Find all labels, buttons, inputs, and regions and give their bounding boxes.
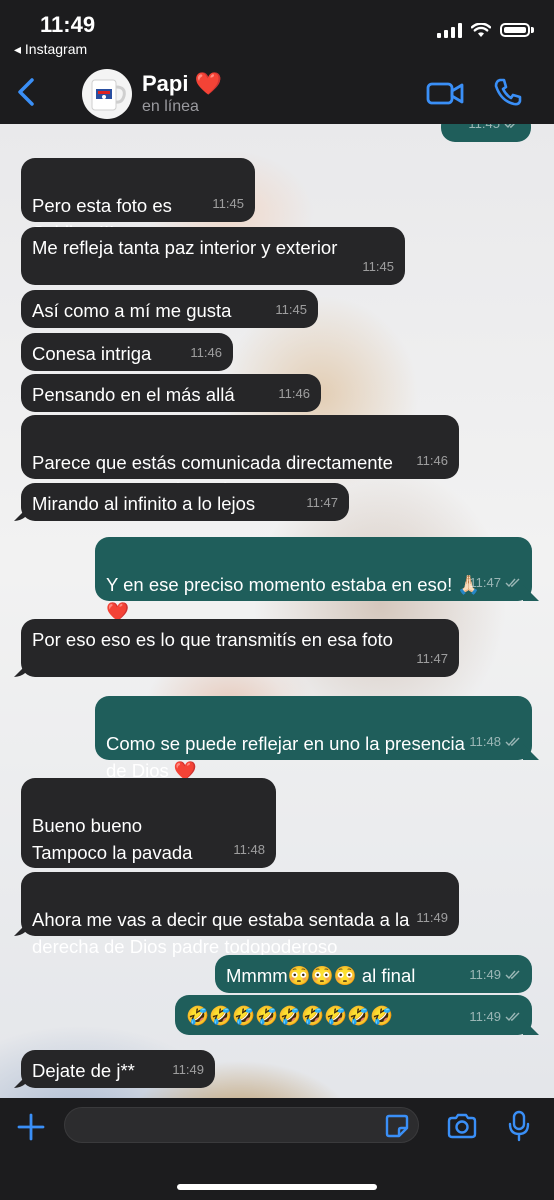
double-check-icon (505, 970, 520, 979)
status-time: 11:49 (40, 12, 96, 37)
signal-icon (437, 22, 462, 38)
message-time: 11:48 (233, 842, 265, 857)
sticker-icon[interactable] (384, 1113, 410, 1139)
plus-icon[interactable] (16, 1112, 46, 1142)
message-time: 11:49 (469, 1009, 501, 1024)
message-text: Me refleja tanta paz interior y exterior (32, 237, 338, 258)
mug-icon (91, 79, 126, 111)
message-time: 11:45 (468, 124, 500, 137)
chat-area[interactable]: 11:45 Pero esta foto es Sublime!!! 11:45… (0, 124, 554, 1098)
message-text: Dejate de j** (32, 1060, 135, 1081)
message-text: Conesa intriga (32, 343, 152, 364)
camera-icon[interactable] (446, 1113, 478, 1139)
message-incoming[interactable]: Ahora me vas a decir que estaba sentada … (21, 872, 459, 957)
message-time: 11:46 (278, 386, 310, 401)
message-text: 🤣🤣🤣🤣🤣🤣🤣🤣🤣 (186, 1005, 394, 1026)
message-incoming[interactable]: Conesa intriga 11:46 (21, 333, 233, 371)
contact-status: en línea (142, 98, 199, 115)
message-text: Mirando al infinito a lo lejos (32, 493, 256, 514)
status-bar: 11:49 ◂ Instagram (0, 0, 554, 62)
message-text: Pensando en el más allá (32, 384, 235, 405)
wifi-icon (471, 22, 491, 37)
message-outgoing[interactable]: 🤣🤣🤣🤣🤣🤣🤣🤣🤣 11:49 (175, 995, 532, 1035)
message-outgoing[interactable]: Como se puede reflejar en uno la presenc… (95, 696, 532, 781)
message-text: Por eso eso es lo que transmitís en esa … (32, 629, 393, 650)
avatar[interactable] (82, 69, 132, 119)
message-incoming[interactable]: Así como a mí me gusta 11:45 (21, 290, 318, 328)
contact-name[interactable]: Papi ❤️ (142, 71, 222, 97)
message-meta: 11:48 (469, 728, 521, 755)
message-text: Mmmm😳😳😳 al final (226, 965, 416, 986)
chat-header: Papi ❤️ en línea (0, 62, 554, 124)
message-incoming[interactable]: Parece que estás comunicada directamente… (21, 415, 459, 500)
double-check-icon (504, 124, 515, 128)
home-indicator[interactable] (177, 1184, 377, 1190)
message-meta: 11:45 (468, 124, 520, 137)
message-meta: 11:47 (469, 569, 521, 596)
message-time: 11:45 (275, 302, 307, 317)
message-outgoing[interactable]: Y en ese preciso momento estaba en eso! … (95, 537, 532, 622)
message-time: 11:48 (469, 734, 501, 749)
message-outgoing[interactable]: Mmmm😳😳😳 al final 11:49 (215, 955, 532, 993)
video-camera-icon[interactable] (425, 78, 465, 108)
composer-bar (0, 1098, 554, 1200)
message-time: 11:47 (306, 495, 338, 510)
message-incoming[interactable]: Dejate de j** 11:49 (21, 1050, 215, 1088)
message-time: 11:45 (362, 259, 394, 274)
message-time: 11:47 (469, 575, 501, 590)
message-text: Y en ese preciso momento estaba en eso! … (106, 574, 481, 622)
message-time: 11:47 (416, 651, 448, 666)
message-time: 11:49 (469, 967, 501, 982)
back-to-instagram-link[interactable]: ◂ Instagram (14, 41, 87, 58)
message-meta: 11:49 (469, 961, 521, 988)
message-incoming[interactable]: Por eso eso es lo que transmitís en esa … (21, 619, 459, 677)
message-text: Así como a mí me gusta (32, 300, 232, 321)
heart-emoji: ❤️ (194, 71, 222, 96)
battery-icon (500, 23, 530, 37)
double-check-icon (505, 1012, 520, 1021)
status-icons (437, 22, 534, 38)
message-time: 11:46 (190, 345, 222, 360)
chevron-left-icon[interactable] (14, 76, 40, 108)
message-text: Como se puede reflejar en uno la presenc… (106, 733, 465, 781)
message-incoming[interactable]: Mirando al infinito a lo lejos 11:47 (21, 483, 349, 521)
message-text: Ahora me vas a decir que estaba sentada … (32, 909, 410, 957)
double-check-icon (505, 578, 520, 587)
message-time: 11:46 (416, 453, 448, 468)
message-input[interactable] (64, 1107, 419, 1143)
microphone-icon[interactable] (508, 1110, 530, 1142)
message-time: 11:49 (416, 910, 448, 925)
double-check-icon (505, 737, 520, 746)
message-incoming[interactable]: Bueno bueno Tampoco la pavada No es para… (21, 778, 276, 890)
message-time: 11:49 (172, 1062, 204, 1077)
message-meta: 11:49 (469, 1003, 521, 1030)
message-time: 11:45 (212, 196, 244, 211)
contact-name-text: Papi (142, 71, 189, 96)
message-incoming[interactable]: Me refleja tanta paz interior y exterior… (21, 227, 405, 285)
phone-icon[interactable] (492, 76, 524, 108)
message-outgoing[interactable]: 11:45 (441, 124, 531, 142)
message-incoming[interactable]: Pero esta foto es Sublime!!! 11:45 (21, 158, 255, 243)
message-incoming[interactable]: Pensando en el más allá 11:46 (21, 374, 321, 412)
